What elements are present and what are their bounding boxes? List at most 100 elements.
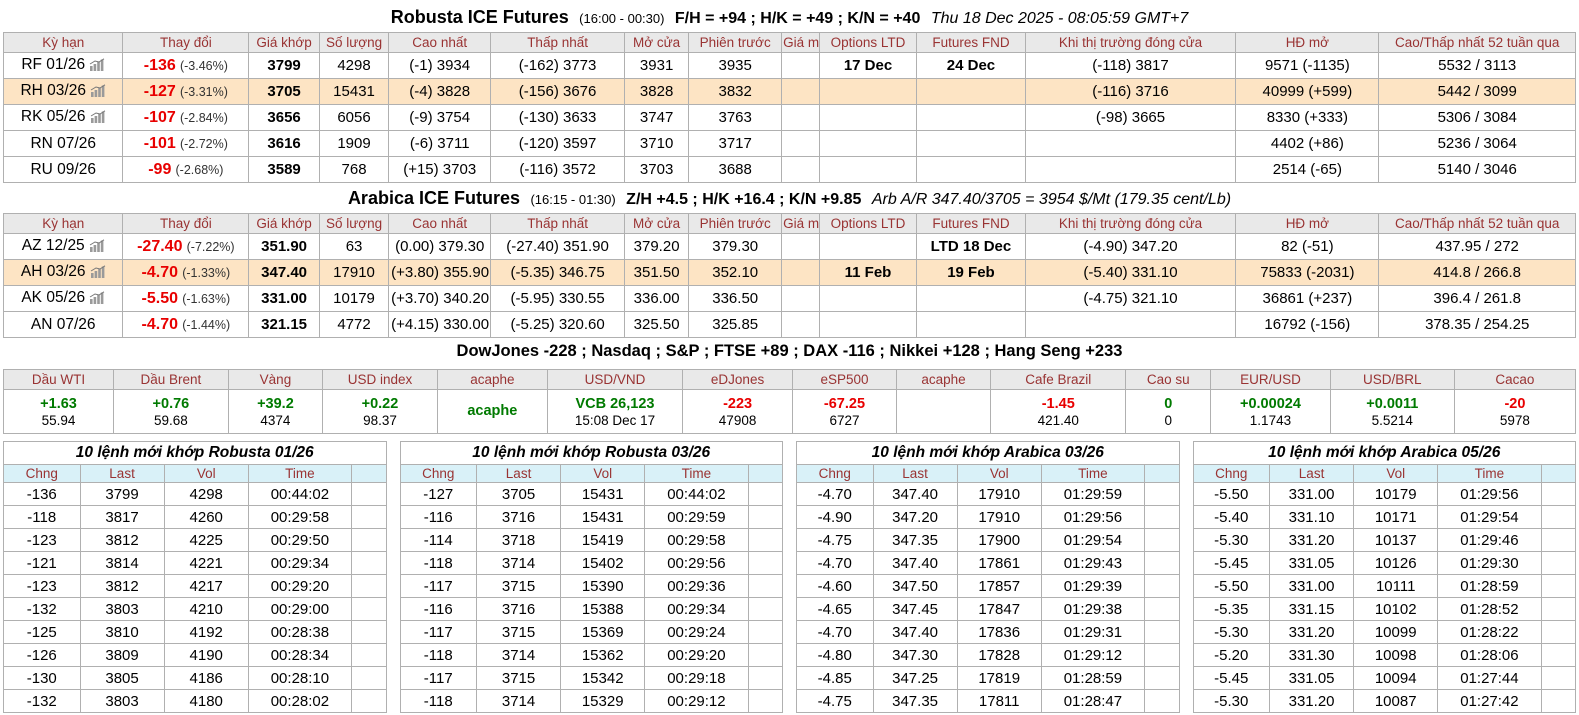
column-header: Kỳ hạn [2,32,124,53]
cell-last-price: 321.15 [248,311,320,338]
contract-label: AH 03/26 [20,263,86,280]
cell-prev-session: 3832 [688,78,783,105]
order-row: -5.30 331.20 10099 01:28:22 [1192,620,1577,644]
chart-icon[interactable] [90,110,106,127]
column-header: Khi thị trường đóng cửa [1024,213,1237,234]
ticker-label: Dầu WTI [2,369,115,390]
column-header: HĐ mở [1235,32,1380,53]
cell-last-price: 331.00 [248,285,320,312]
cell-empty [351,689,387,713]
ticker-label: Vàng [227,369,324,390]
cell-52w-range: 378.35 / 254.25 [1378,311,1576,338]
cell-time: 01:29:46 [1437,528,1542,552]
cell-chng: -117 [399,574,477,598]
order-row: -136 3799 4298 00:44:02 [3,482,387,506]
cell-time: 00:29:24 [644,620,749,644]
cell-empty [1144,620,1180,644]
cell-last: 3799 [79,482,165,506]
order-row: -5.35 331.15 10102 01:28:52 [1192,597,1577,621]
cell-low: (-116) 3572 [490,156,625,183]
cell-vol: 17828 [956,643,1042,667]
cell-time: 01:28:59 [1437,574,1542,598]
cell-vol: 10137 [1353,528,1439,552]
cell-chng: -116 [399,597,477,621]
cell-last: 3715 [475,620,562,644]
arabica-futures-table: Kỳ hạn Thay đổi Giá khớp Số lượng Cao nhất Th… [2,213,1576,338]
order-row: -4.70 347.40 17836 01:29:31 [796,620,1180,644]
order-row: -116 3716 15388 00:29:34 [399,597,784,621]
cell-vol: 17900 [956,528,1042,552]
cell-last: 3715 [475,574,562,598]
chart-icon[interactable] [90,265,106,282]
column-header: Số lượng [318,32,390,53]
ticker-value: 0 [1164,395,1173,412]
cell-empty [351,620,387,644]
cell-empty [1144,666,1180,690]
cell-high: (-6) 3711 [388,130,492,157]
order-row: -123 3812 4225 00:29:50 [3,528,387,552]
cell-change: -99 (-2.68%) [122,156,250,183]
cell-time: 00:28:38 [247,620,353,644]
cell-chng: -117 [399,666,477,690]
cell-last: 331.20 [1268,689,1355,713]
cell-empty [1540,597,1577,621]
cell-chng: -5.45 [1192,666,1270,690]
cell-vol: 4225 [163,528,249,552]
order-table-title: 10 lệnh mới khớp Robusta 03/26 [399,441,783,465]
cell-52w-range: 5236 / 3064 [1378,130,1576,157]
cell-futures-fnd [916,104,1026,131]
cell-open-interest: 9571 (-1135) [1235,52,1380,79]
order-row: -126 3809 4190 00:28:34 [3,643,387,667]
cell-last: 331.05 [1268,666,1355,690]
cell-contract: AK 05/26 [2,285,124,312]
cell-open-interest: 75833 (-2031) [1235,259,1380,286]
cell-futures-fnd [916,285,1026,312]
cell-futures-fnd [916,156,1026,183]
cell-change: -27.40 (-7.22%) [122,233,250,260]
cell-vol: 4186 [163,666,249,690]
order-row: -130 3805 4186 00:28:10 [3,666,387,690]
chart-icon[interactable] [89,58,105,75]
futures-row: RN 07/26 -101 (-2.72%) 3616 1909 (-6) 37… [2,130,1576,157]
ticker-label: USD/VND [546,369,684,390]
cell-52w-range: 5442 / 3099 [1378,78,1576,105]
cell-chng: -4.90 [796,505,874,529]
cell-prev-session: 336.50 [688,285,783,312]
chart-icon[interactable] [90,84,106,101]
column-header-time: Time [247,464,353,483]
cell-bid [781,285,820,312]
chart-icon[interactable] [89,239,105,256]
cell-volume: 17910 [318,259,390,286]
cell-chng: -125 [3,620,81,644]
cell-volume: 15431 [318,78,390,105]
cell-vol: 4180 [163,689,249,713]
change-value: -101 [143,134,176,152]
cell-52w-range: 437.95 / 272 [1378,233,1576,260]
ticker-sub-value: 5978 [1499,412,1530,428]
cell-vol: 17861 [956,551,1042,575]
chart-icon[interactable] [89,291,105,308]
ticker-sub-value: 6727 [829,412,860,428]
ticker-sub-value: 59.68 [154,412,188,428]
ticker-label: Cacao [1453,369,1577,390]
order-table-body: -127 3705 15431 00:44:02 -116 3716 15431… [399,482,784,713]
cell-time: 01:27:44 [1437,666,1542,690]
column-header: Futures FND [916,32,1026,53]
futures-row: RK 05/26 -107 (-2.84%) 3656 6056 (-9) 37… [2,104,1576,131]
cell-contract: AN 07/26 [2,311,124,338]
cell-last: 347.45 [872,597,958,621]
order-row: -132 3803 4180 00:28:02 [3,689,387,713]
column-header: Options LTD [818,213,918,234]
change-value: -136 [143,56,176,74]
cell-contract: AH 03/26 [2,259,124,286]
cell-prev-session: 3935 [688,52,783,79]
order-row: -118 3714 15402 00:29:56 [399,551,784,575]
ticker-label: Cao su [1125,369,1212,390]
column-header-vol: Vol [956,464,1042,483]
cell-chng: -4.85 [796,666,874,690]
cell-last: 347.30 [872,643,958,667]
cell-open-interest: 16792 (-156) [1235,311,1380,338]
order-table-title: 10 lệnh mới khớp Arabica 05/26 [1192,441,1576,465]
order-table-header-row: Chng Last Vol Time [3,464,387,483]
cell-vol: 4221 [163,551,249,575]
